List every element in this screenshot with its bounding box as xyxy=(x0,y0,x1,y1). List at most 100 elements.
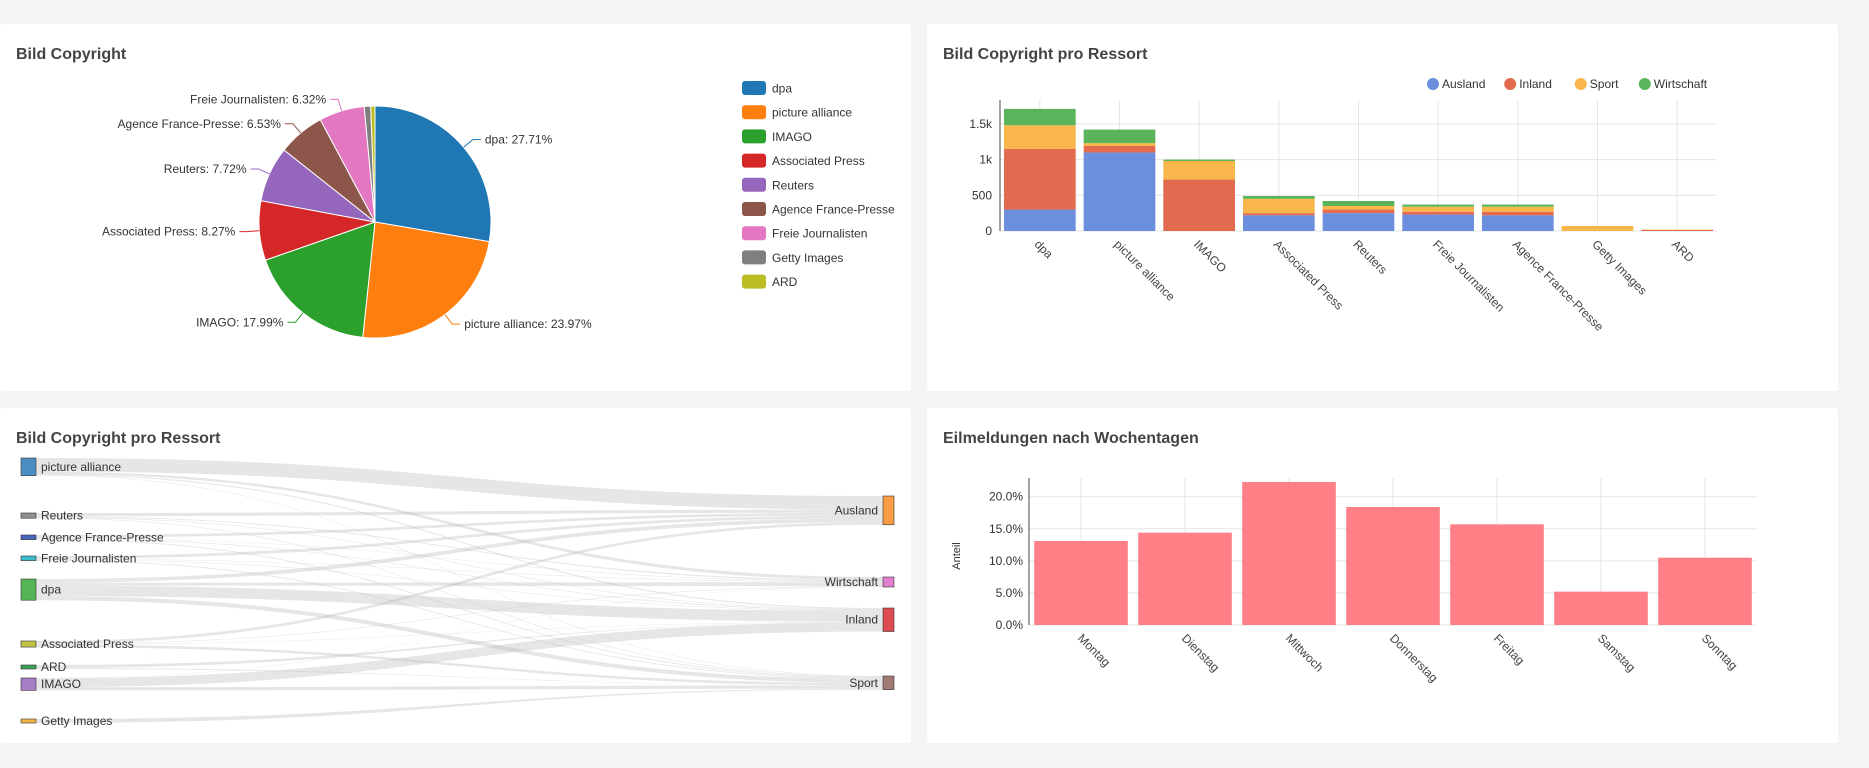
sankey-node-label-ard: ARD xyxy=(41,660,67,674)
y-tick-label: 500 xyxy=(972,188,992,202)
sankey-node-inland[interactable] xyxy=(882,607,895,632)
bar-ausland-reuters[interactable] xyxy=(1322,213,1395,231)
legend-marker-inland[interactable] xyxy=(1504,78,1517,90)
bar-ausland-associated-press[interactable] xyxy=(1242,215,1315,231)
bar-wirtschaft-dpa[interactable] xyxy=(1003,108,1076,126)
pie-label-line-imago xyxy=(287,312,304,323)
pie-label-associated-press: Associated Press: 8.27% xyxy=(102,225,236,239)
bar-sport-picture-alliance[interactable] xyxy=(1083,143,1156,146)
bar-inland-associated-press[interactable] xyxy=(1242,213,1315,216)
legend-swatch-associated-press[interactable] xyxy=(742,153,766,168)
bar-wirtschaft-picture-alliance[interactable] xyxy=(1083,129,1156,144)
pie-slice-dpa[interactable] xyxy=(374,105,492,243)
legend-swatch-ard[interactable] xyxy=(742,274,766,289)
stacked-bar-chart[interactable]: 0 500 1k 1.5k dpa picture alliance IMAGO Associ… xyxy=(927,24,1838,391)
sankey-node-ausland[interactable] xyxy=(882,495,895,526)
bar-sport-agence-france-presse[interactable] xyxy=(1481,206,1554,212)
sankey-link-getty-images-to-sport[interactable] xyxy=(36,688,883,723)
bar-inland-dpa[interactable] xyxy=(1003,148,1076,210)
legend-swatch-dpa[interactable] xyxy=(742,81,766,95)
bar-inland-agence-france-presse[interactable] xyxy=(1481,211,1554,216)
legend-label-associated-press: Associated Press xyxy=(772,154,865,168)
bar-freitag[interactable] xyxy=(1450,524,1544,625)
bar-ausland-freie-journalisten[interactable] xyxy=(1402,214,1475,231)
legend-marker-wirtschaft[interactable] xyxy=(1638,78,1651,90)
sankey-node-wirtschaft[interactable] xyxy=(882,576,895,588)
x-tick-label-sonntag: Sonntag xyxy=(1699,631,1741,673)
legend-label-imago: IMAGO xyxy=(772,130,812,144)
weekday-bar-chart[interactable]: 0.0% 5.0% 10.0% 15.0% 20.0% Montag Dienstag Mit… xyxy=(927,408,1838,743)
sankey-link-picture-alliance-to-ausland[interactable] xyxy=(36,458,883,510)
sankey-node-ard[interactable] xyxy=(20,664,37,670)
sankey-node-label-dpa: dpa xyxy=(41,583,61,597)
bar-montag[interactable] xyxy=(1034,540,1128,625)
legend-marker-ausland[interactable] xyxy=(1427,78,1439,90)
legend-swatch-freie-journalisten[interactable] xyxy=(742,226,766,241)
bar-sonntag[interactable] xyxy=(1658,557,1752,625)
bar-sport-freie-journalisten[interactable] xyxy=(1402,206,1475,212)
bar-dienstag[interactable] xyxy=(1138,532,1232,625)
pie-label-imago: IMAGO: 17.99% xyxy=(196,315,284,329)
bar-inland-freie-journalisten[interactable] xyxy=(1402,211,1475,215)
legend-swatch-imago[interactable] xyxy=(742,129,766,144)
bar-ausland-dpa[interactable] xyxy=(1003,209,1076,231)
sankey-link-imago-to-sport[interactable] xyxy=(36,685,883,691)
legend-swatch-agence-france-presse[interactable] xyxy=(742,202,766,216)
bar-inland-picture-alliance[interactable] xyxy=(1083,146,1156,153)
bar-ausland-picture-alliance[interactable] xyxy=(1083,152,1156,231)
y-tick-label: 5.0% xyxy=(996,586,1024,600)
bar-inland-ard[interactable] xyxy=(1641,229,1714,231)
sankey-chart[interactable]: picture alliance Reuters Agence France-Pre… xyxy=(0,408,911,743)
bar-wirtschaft-reuters[interactable] xyxy=(1322,201,1395,206)
legend-swatch-picture-alliance[interactable] xyxy=(742,105,766,120)
sankey-node-label-freie-journalisten: Freie Journalisten xyxy=(41,551,136,565)
pie-label-agence-france-presse: Agence France-Presse: 6.53% xyxy=(118,117,282,131)
bar-sport-associated-press[interactable] xyxy=(1242,198,1315,214)
bar-inland-reuters[interactable] xyxy=(1322,209,1395,214)
sankey-links xyxy=(36,458,883,723)
legend-label-ard: ARD xyxy=(772,275,798,289)
bar-wirtschaft-associated-press[interactable] xyxy=(1242,196,1315,199)
legend-marker-sport[interactable] xyxy=(1574,78,1587,90)
legend-swatch-reuters[interactable] xyxy=(742,177,766,192)
sankey-node-getty-images[interactable] xyxy=(20,718,37,724)
y-tick-label: 15.0% xyxy=(989,522,1023,536)
bar-sport-dpa[interactable] xyxy=(1003,125,1076,149)
pie-label-line-dpa xyxy=(463,139,481,148)
sankey-node-label-imago: IMAGO xyxy=(41,677,81,691)
bar-sport-getty-images[interactable] xyxy=(1561,226,1634,231)
x-tick-label-associated-press: Associated Press xyxy=(1271,237,1346,312)
x-tick-label-ard: ARD xyxy=(1669,237,1697,265)
legend-swatch-getty-images[interactable] xyxy=(742,250,766,265)
sankey-node-dpa[interactable] xyxy=(20,578,37,601)
sankey-node-associated-press[interactable] xyxy=(20,640,37,648)
y-tick-label: 1.5k xyxy=(969,117,993,131)
bar-inland-imago[interactable] xyxy=(1163,179,1236,231)
legend-label-ausland: Ausland xyxy=(1442,77,1485,91)
bar-wirtschaft-imago[interactable] xyxy=(1163,159,1236,161)
x-tick-label-mittwoch: Mittwoch xyxy=(1283,631,1326,674)
pie-label-picture-alliance: picture alliance: 23.97% xyxy=(464,317,592,331)
pie-panel: Bild Copyright dpa: 27.71% picture allian… xyxy=(0,24,911,391)
bar-wirtschaft-freie-journalisten[interactable] xyxy=(1402,204,1475,207)
pie-label-dpa: dpa: 27.71% xyxy=(485,133,553,147)
x-tick-label-montag: Montag xyxy=(1075,631,1113,669)
sankey-node-sport[interactable] xyxy=(882,675,895,690)
sankey-node-picture-alliance[interactable] xyxy=(20,457,37,476)
bar-samstag[interactable] xyxy=(1554,591,1648,625)
sankey-node-reuters[interactable] xyxy=(20,512,37,519)
bar-donnerstag[interactable] xyxy=(1346,507,1440,625)
bar-sport-imago[interactable] xyxy=(1163,161,1236,180)
y-tick-label: 1k xyxy=(979,153,993,167)
pie-chart[interactable]: dpa: 27.71% picture alliance: 23.97% IMAGO… xyxy=(0,24,911,391)
sankey-node-freie-journalisten[interactable] xyxy=(20,555,37,561)
sankey-node-label-ausland: Ausland xyxy=(835,503,878,517)
bar-sport-reuters[interactable] xyxy=(1322,206,1395,210)
bar-ausland-agence-france-presse[interactable] xyxy=(1481,215,1554,231)
bar-wirtschaft-agence-france-presse[interactable] xyxy=(1481,204,1554,207)
sankey-node-imago[interactable] xyxy=(20,677,37,691)
bar-mittwoch[interactable] xyxy=(1242,482,1336,625)
pie-label-freie-journalisten: Freie Journalisten: 6.32% xyxy=(190,92,326,106)
legend-label-sport: Sport xyxy=(1590,77,1619,91)
sankey-node-agence-france-presse[interactable] xyxy=(20,534,37,540)
